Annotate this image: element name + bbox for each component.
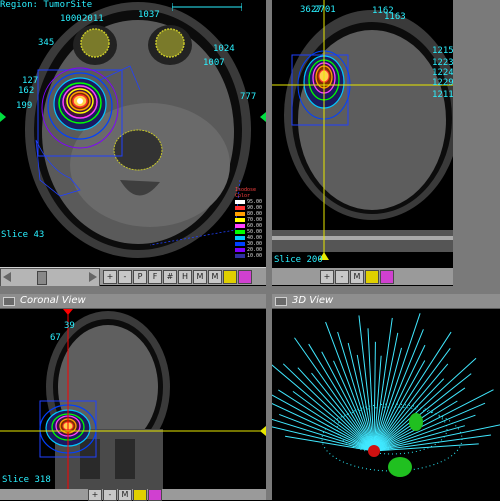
fit-button[interactable]: F (148, 270, 162, 284)
slice-label: Slice 200 (274, 255, 323, 265)
threed-view[interactable] (272, 309, 500, 500)
region-label: Region: TumorSite (0, 0, 93, 10)
id-label: 1000 (60, 14, 82, 24)
id-label: 1215 (432, 46, 453, 56)
window-menu-button[interactable] (275, 297, 287, 306)
color-icon[interactable] (380, 270, 394, 284)
pan-button[interactable]: H (178, 270, 192, 284)
eye-structure (409, 413, 423, 431)
tumor-structure (368, 445, 380, 457)
beam-line (272, 364, 375, 452)
id-label: 1229 (432, 78, 453, 88)
circle-icon[interactable] (133, 489, 147, 501)
threed-title: 3D View (292, 295, 334, 306)
legend-swatch (235, 200, 245, 204)
legend-label: 10.00 (247, 253, 263, 259)
id-label: 2701 (314, 5, 336, 15)
coronal-title: Coronal View (20, 295, 86, 306)
legend-swatch (235, 230, 245, 234)
sagittal-view[interactable]: 3627 2701 1162 1163 1215 1223 1224 1229 … (272, 0, 453, 268)
scroll-thumb[interactable] (37, 271, 47, 285)
id-label: 162 (18, 86, 35, 96)
scale-bar (172, 3, 242, 11)
isodose-legend: Isodose Color 95.00 90.00 80.00 70.00 60.00 5… (235, 187, 262, 259)
measure-button[interactable]: M (208, 270, 222, 284)
color-icon[interactable] (148, 489, 162, 501)
axial-view[interactable]: Region: TumorSite 1037 1024 1007 777 100… (0, 0, 266, 268)
horizontal-divider[interactable] (0, 286, 500, 294)
scroll-right-arrow[interactable] (89, 272, 97, 282)
id-label: 1224 (432, 68, 453, 78)
zoom-out-button[interactable]: - (335, 270, 349, 284)
id-label: 39 (64, 321, 75, 331)
legend-swatch (235, 248, 245, 252)
zoom-out-button[interactable]: - (118, 270, 132, 284)
sagittal-side-panel (453, 0, 500, 286)
zoom-out-button[interactable]: - (103, 489, 117, 501)
circle-icon[interactable] (365, 270, 379, 284)
id-label: 1024 (213, 44, 235, 54)
zoom-in-button[interactable]: + (320, 270, 334, 284)
measure-button[interactable]: M (193, 270, 207, 284)
id-label: 1211 (432, 90, 453, 100)
id-label: 67 (50, 333, 61, 343)
id-label: 1163 (384, 12, 406, 22)
zoom-in-button[interactable]: + (88, 489, 102, 501)
axial-scrollbar[interactable] (0, 268, 100, 287)
threed-render[interactable] (272, 309, 500, 500)
sagittal-tool-row: + - M (272, 268, 453, 285)
id-label: 199 (16, 101, 33, 111)
coronal-tool-row: + - M (0, 489, 266, 501)
print-button[interactable]: P (133, 270, 147, 284)
legend-entry: 10.00 (235, 253, 262, 259)
legend-swatch (235, 206, 245, 210)
axial-tool-row: + - P F # H M M (100, 268, 266, 285)
legend-swatch (235, 224, 245, 228)
id-label: 345 (38, 38, 55, 48)
legend-swatch (235, 236, 245, 240)
slice-label: Slice 43 (1, 230, 45, 240)
grid-button[interactable]: # (163, 270, 177, 284)
circle-icon[interactable] (223, 270, 237, 284)
window-menu-button[interactable] (3, 297, 15, 306)
id-label: 2011 (82, 14, 104, 24)
color-icon[interactable] (238, 270, 252, 284)
threed-titlebar: 3D View (272, 294, 500, 309)
scroll-left-arrow[interactable] (3, 272, 11, 282)
legend-swatch (235, 242, 245, 246)
measure-button[interactable]: M (350, 270, 364, 284)
coronal-ct-image[interactable] (0, 309, 266, 489)
id-label: 1037 (138, 10, 160, 20)
slice-label: Slice 318 (2, 475, 51, 485)
measure-button[interactable]: M (118, 489, 132, 501)
coronal-view[interactable]: 39 67 Slice 318 (0, 309, 266, 489)
id-label: 777 (240, 92, 257, 102)
eye-structure (388, 457, 412, 477)
id-label: 127 (22, 76, 39, 86)
legend-swatch (235, 254, 245, 258)
coronal-titlebar: Coronal View (0, 294, 266, 309)
sagittal-ct-image[interactable] (272, 0, 453, 268)
id-label: 1223 (432, 58, 453, 68)
zoom-in-button[interactable]: + (103, 270, 117, 284)
legend-swatch (235, 218, 245, 222)
legend-swatch (235, 212, 245, 216)
id-label: 1007 (203, 58, 225, 68)
